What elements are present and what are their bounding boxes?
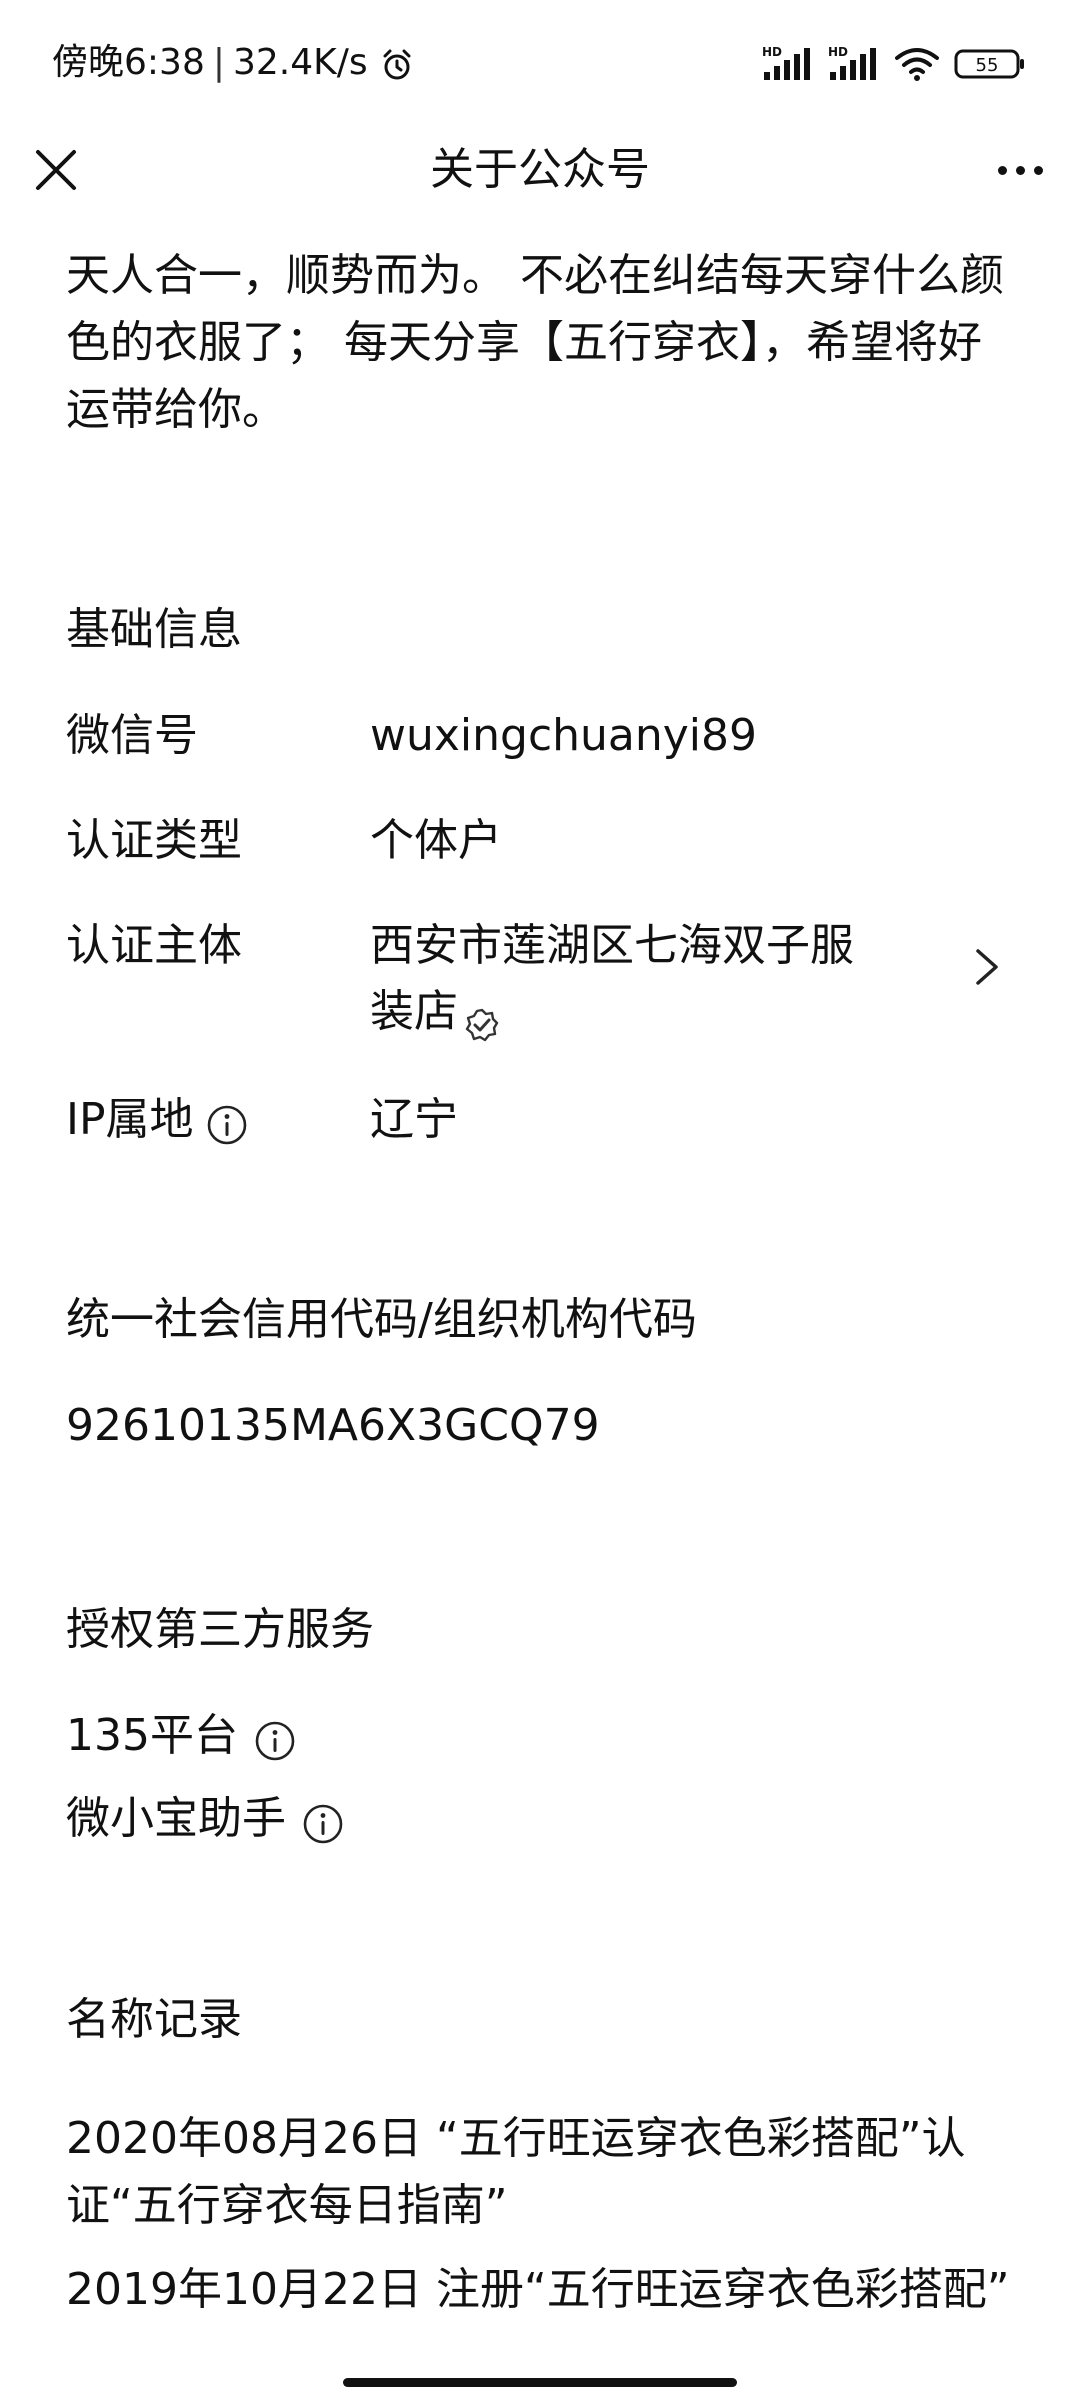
ip-location-label: IP属地 — [66, 1094, 194, 1145]
third-party-label: 135平台 — [66, 1710, 238, 1761]
info-row-cert-entity[interactable]: 认证主体 西安市莲湖区七海双子服 装店 — [66, 913, 1014, 1045]
more-options-button[interactable] — [988, 142, 1052, 198]
cellular-signal-icon-2: HD — [828, 44, 880, 88]
third-party-item: 微小宝助手 — [66, 1786, 344, 1852]
more-dot-icon — [997, 165, 1007, 175]
cert-entity-line-2: 装店 — [370, 979, 890, 1045]
cert-type-value: 个体户 — [370, 815, 502, 866]
account-description: 天人合一，顺势而为。 不必在纠结每天穿什么颜色的衣服了； 每天分享【五行穿衣】，… — [66, 250, 1004, 435]
status-separator: | — [212, 42, 225, 83]
status-left: 傍晚6:38 | 32.4K/s — [52, 38, 414, 88]
section-title-credit-code: 统一社会信用代码/组织机构代码 — [66, 1294, 697, 1345]
status-time: 傍晚6:38 — [52, 42, 205, 83]
network-speed: 32.4K/s — [232, 42, 368, 83]
navigation-bar: 关于公众号 — [0, 120, 1080, 220]
cert-entity-line-1: 西安市莲湖区七海双子服 — [370, 920, 854, 971]
svg-text:HD: HD — [762, 45, 782, 59]
info-label: IP属地 — [66, 1087, 366, 1153]
info-label: 认证主体 — [66, 920, 242, 971]
section-title-name-records: 名称记录 — [66, 1994, 242, 2045]
info-circle-icon[interactable] — [254, 1715, 296, 1761]
cert-entity-line-2-text: 装店 — [370, 986, 458, 1037]
info-label: 微信号 — [66, 710, 198, 761]
info-row-wechat-id: 微信号 wuxingchuanyi89 — [66, 703, 1014, 769]
status-right: HD HD 55 — [762, 44, 1026, 88]
battery-icon: 55 — [954, 47, 1026, 85]
cellular-signal-icon: HD — [762, 44, 814, 88]
info-circle-icon[interactable] — [206, 1099, 248, 1145]
info-row-cert-type: 认证类型 个体户 — [66, 808, 1014, 874]
section-title-third-party: 授权第三方服务 — [66, 1604, 374, 1655]
wechat-id-value: wuxingchuanyi89 — [370, 710, 758, 761]
more-dot-icon — [1033, 165, 1043, 175]
page-title: 关于公众号 — [430, 144, 650, 195]
credit-code-value: 92610135MA6X3GCQ79 — [66, 1400, 600, 1451]
home-indicator[interactable] — [343, 2378, 737, 2387]
cert-entity-value: 西安市莲湖区七海双子服 装店 — [370, 913, 890, 1045]
verified-badge-icon — [464, 996, 500, 1042]
ip-location-value: 辽宁 — [370, 1094, 458, 1145]
alarm-clock-icon — [380, 46, 414, 80]
svg-text:HD: HD — [828, 45, 848, 59]
third-party-label: 微小宝助手 — [66, 1793, 286, 1844]
name-record-item: 2020年08月26日 “五行旺运穿衣色彩搭配”认证“五行穿衣每日指南” — [66, 2113, 966, 2231]
status-bar: 傍晚6:38 | 32.4K/s HD HD 55 — [0, 0, 1080, 120]
section-title-basic-info: 基础信息 — [66, 604, 242, 655]
svg-text:55: 55 — [976, 55, 999, 76]
chevron-right-icon — [976, 949, 998, 985]
wifi-icon — [894, 46, 940, 86]
info-row-ip-location: IP属地 辽宁 — [66, 1087, 1014, 1153]
name-record-item: 2019年10月22日 注册“五行旺运穿衣色彩搭配” — [66, 2264, 1010, 2315]
more-dot-icon — [1015, 165, 1025, 175]
third-party-item: 135平台 — [66, 1703, 296, 1769]
info-circle-icon[interactable] — [302, 1798, 344, 1844]
info-label: 认证类型 — [66, 815, 242, 866]
